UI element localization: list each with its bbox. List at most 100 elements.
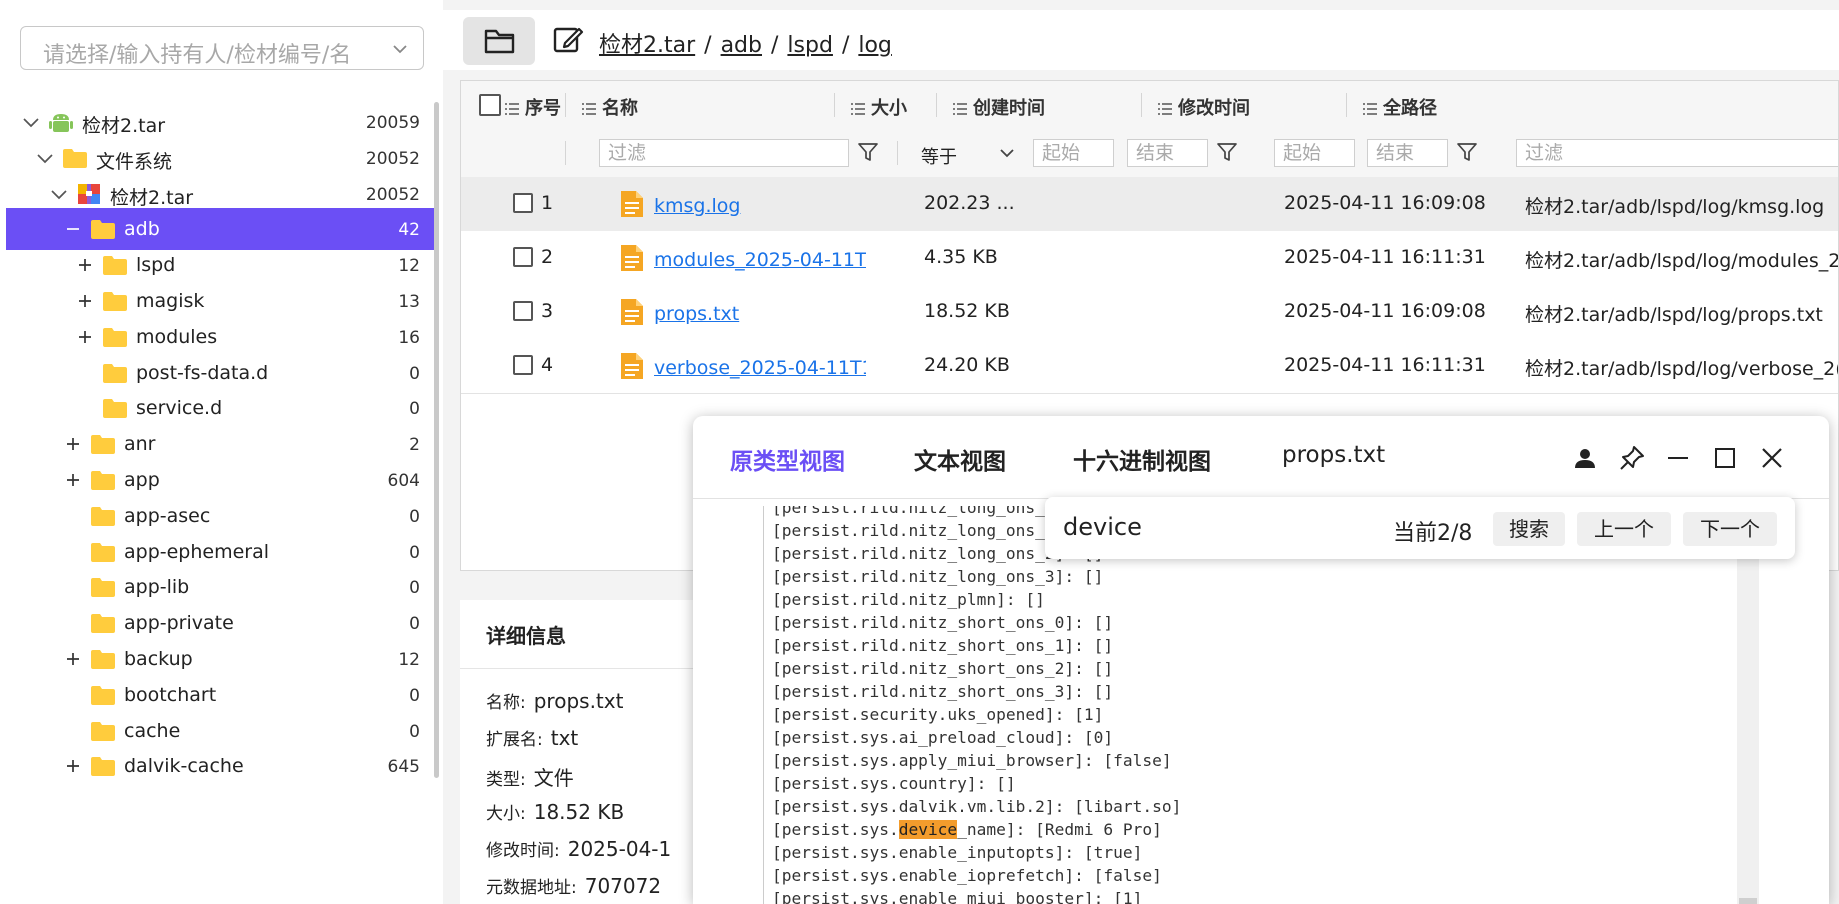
name-filter-input[interactable]: 过滤 [599, 139, 849, 167]
tree-item-count: 0 [409, 506, 420, 527]
text-content[interactable]: [persist.rild.nitz_long_ons_ [persist.ril… [763, 506, 1739, 904]
file-modified-time: 2025-04-11 16:09:08 [1284, 300, 1486, 322]
tree-item-label: post-fs-data.d [136, 361, 269, 384]
text-line: [persist.sys.country]: [] [772, 774, 1016, 793]
maximize-icon[interactable] [1712, 445, 1738, 471]
detail-panel: 详细信息 名称: props.txt 扩展名: txt 类型: 文件 大小: 18.52 KB… [460, 600, 720, 904]
tree-item-count: 42 [398, 220, 420, 241]
tree-item-count: 0 [409, 685, 420, 706]
tab-hex-view[interactable]: 十六进制视图 [1073, 442, 1211, 476]
search-input[interactable]: device [1063, 513, 1142, 541]
modified-end-input[interactable]: 结束 [1367, 139, 1448, 167]
tree-item-label: magisk [136, 290, 205, 312]
pin-icon[interactable] [1618, 444, 1646, 472]
edit-button[interactable] [551, 23, 585, 57]
breadcrumb: 检材2.tar / adb / lspd / log [599, 33, 892, 58]
created-end-input[interactable]: 结束 [1127, 139, 1208, 167]
text-line: [persist.rild.nitz_short_ons_2]: [] [772, 659, 1114, 678]
edit-icon [553, 27, 584, 53]
top-toolbar: 检材2.tar / adb / lspd / log [443, 10, 1839, 70]
breadcrumb-item[interactable]: lspd [787, 33, 833, 58]
file-name-link[interactable]: verbose_2025-04-11T16 0 [654, 357, 866, 379]
search-button[interactable]: 搜索 [1493, 512, 1565, 546]
row-index: 3 [541, 300, 554, 322]
file-size: 24.20 KB [924, 354, 1010, 376]
text-line: [persist.rild.nitz_long_ons_ [772, 521, 1045, 540]
row-checkbox[interactable] [513, 247, 533, 267]
breadcrumb-item[interactable]: log [858, 33, 892, 58]
col-header-index[interactable]: 序号 [505, 94, 561, 120]
breadcrumb-item[interactable]: 检材2.tar [599, 33, 695, 58]
expand-plus-icon[interactable] [62, 648, 84, 670]
tree-scrollbar[interactable] [434, 102, 439, 778]
detail-field-value: props.txt [533, 689, 624, 713]
expand-plus-icon[interactable] [62, 755, 84, 777]
table-row[interactable]: 4 verbose_2025-04-11T16 0 24.20 KB 2025-04-… [461, 339, 1838, 394]
text-line: [persist.sys.apply_miui_browser]: [false… [772, 751, 1172, 770]
tree-item-label: lspd [136, 254, 176, 277]
chevron-down-icon[interactable] [999, 145, 1015, 161]
table-row[interactable]: 2 modules_2025-04-11T16 (4.35 KB 2025-04-1… [461, 231, 1838, 286]
minimize-icon[interactable] [1665, 445, 1691, 471]
archive-icon [76, 182, 102, 206]
row-checkbox[interactable] [513, 355, 533, 375]
tree-item-label: app [124, 469, 160, 491]
table-row[interactable]: 1 kmsg.log 202.23 ... 2025-04-11 16:09:08 检材… [461, 177, 1838, 232]
detail-field: 修改时间: 2025-04-1 [486, 836, 671, 861]
tree-item-count: 0 [409, 578, 420, 599]
chevron-down-icon[interactable] [20, 111, 42, 133]
col-header-path[interactable]: 全路径 [1363, 94, 1437, 120]
select-all-checkbox[interactable] [479, 94, 501, 116]
table-row[interactable]: 3 props.txt 18.52 KB 2025-04-11 16:09:08 检材2… [461, 285, 1838, 340]
file-name-link[interactable]: kmsg.log [654, 195, 866, 217]
chevron-down-icon[interactable] [34, 147, 56, 169]
tree-item-label: dalvik-cache [124, 755, 244, 778]
file-name-link[interactable]: props.txt [654, 303, 866, 325]
row-checkbox[interactable] [513, 301, 533, 321]
tree-item-label: app-asec [124, 504, 211, 527]
previous-match-button[interactable]: 上一个 [1577, 512, 1671, 546]
viewer-scrollbar[interactable] [1737, 506, 1759, 904]
expand-plus-icon[interactable] [62, 433, 84, 455]
col-header-created[interactable]: 创建时间 [953, 94, 1045, 120]
expand-plus-icon[interactable] [62, 469, 84, 491]
next-match-button[interactable]: 下一个 [1683, 512, 1777, 546]
scrollbar-thumb[interactable] [1739, 898, 1757, 904]
detail-field-label: 修改时间: [486, 841, 560, 861]
filter-icon[interactable] [1216, 141, 1238, 163]
chevron-down-icon[interactable] [48, 183, 70, 205]
col-header-name[interactable]: 名称 [582, 94, 638, 120]
tree-item[interactable]: dalvik-cache 645 [6, 745, 434, 787]
file-modified-time: 2025-04-11 16:11:31 [1284, 354, 1486, 376]
col-header-size[interactable]: 大小 [851, 94, 907, 120]
folder-icon [90, 575, 116, 599]
folder-icon [90, 683, 116, 707]
expand-plus-icon[interactable] [74, 254, 96, 276]
row-index: 4 [541, 354, 554, 376]
user-icon[interactable] [1572, 445, 1598, 471]
expand-plus-icon[interactable] [74, 290, 96, 312]
expand-plus-icon[interactable] [74, 326, 96, 348]
row-checkbox[interactable] [513, 193, 533, 213]
filter-icon[interactable] [1456, 141, 1478, 163]
col-header-modified[interactable]: 修改时间 [1158, 94, 1250, 120]
size-operator-select[interactable]: 等于 [921, 143, 957, 169]
detail-field-value: 707072 [584, 874, 662, 898]
folder-icon [90, 504, 116, 528]
text-line: [persist.sys.device_name]: [Redmi 6 Pro] [772, 820, 1162, 839]
tab-text-view[interactable]: 文本视图 [914, 442, 1006, 476]
holder-select[interactable]: 请选择/输入持有人/检材编号/名 [20, 26, 424, 70]
folder-icon [90, 217, 116, 241]
tab-original-view[interactable]: 原类型视图 [730, 442, 845, 476]
modified-start-input[interactable]: 起始 [1274, 139, 1355, 167]
breadcrumb-item[interactable]: adb [721, 33, 762, 58]
file-icon [619, 351, 645, 381]
file-name-link[interactable]: modules_2025-04-11T16 ( [654, 249, 866, 271]
collapse-minus-icon[interactable] [62, 218, 84, 240]
folder-button[interactable] [463, 17, 535, 65]
created-start-input[interactable]: 起始 [1033, 139, 1114, 167]
path-filter-input[interactable]: 过滤 [1516, 139, 1838, 167]
filter-icon[interactable] [857, 141, 879, 163]
tree-item-count: 12 [398, 650, 420, 670]
close-icon[interactable] [1759, 445, 1785, 471]
